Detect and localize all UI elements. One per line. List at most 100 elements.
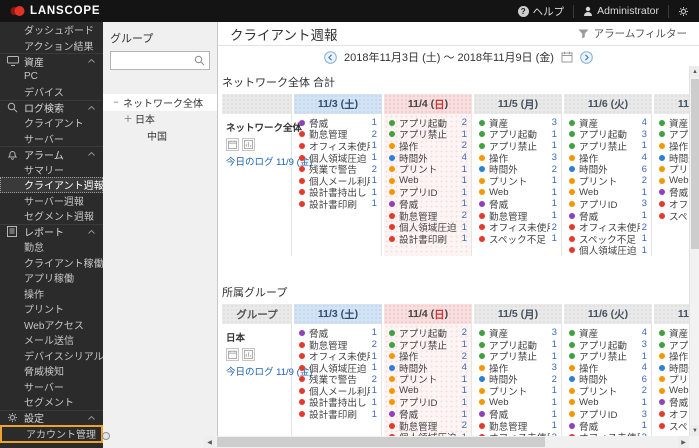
prev-week-button[interactable]	[324, 51, 337, 64]
alarm-item[interactable]: プリント2	[564, 175, 651, 187]
sidebar-section-13[interactable]: レポート	[0, 224, 103, 240]
day-column-cell: 資産アプリ禁止操作時間外プリントWeb脅威オフィス未使用スペック不足	[654, 324, 689, 436]
user-menu[interactable]: Administrator	[583, 5, 659, 17]
search-icon[interactable]	[194, 55, 205, 66]
tree-expander-icon[interactable]: ＋	[123, 112, 133, 125]
sidebar-section-8[interactable]: アラーム	[0, 146, 103, 162]
sidebar-item-10[interactable]: クライアント週報	[0, 177, 103, 193]
alarm-item[interactable]: スペック不足	[654, 420, 689, 432]
report-icon	[7, 226, 20, 237]
alarm-count: 1	[372, 187, 377, 198]
sidebar-item-20[interactable]: メール送信	[0, 332, 103, 348]
sidebar-item-7[interactable]: サーバー	[0, 131, 103, 147]
alarm-dot-icon	[389, 189, 395, 195]
tree-item-2[interactable]: 中国	[103, 127, 217, 144]
alarm-count: 1	[552, 175, 557, 186]
alarm-dot-icon	[299, 399, 305, 405]
scroll-right-arrow-icon[interactable]: ▶	[678, 436, 689, 448]
sidebar-item-1[interactable]: アクション結果	[0, 38, 103, 54]
sidebar-section-2[interactable]: 資産	[0, 53, 103, 69]
alarm-item[interactable]: プリント	[654, 374, 689, 386]
scroll-down-arrow-icon[interactable]: ▼	[690, 425, 699, 436]
tree-item-1[interactable]: ＋日本	[103, 111, 217, 128]
alarm-item[interactable]: 個人領域圧迫1	[564, 245, 651, 257]
sidebar-item-18[interactable]: プリント	[0, 301, 103, 317]
calendar-icon	[561, 51, 573, 63]
help-button[interactable]: ? ヘルプ	[518, 4, 565, 19]
sidebar-item-6[interactable]: クライアント	[0, 115, 103, 131]
alarm-dot-icon	[389, 213, 395, 219]
today-log-link[interactable]: 今日のログ 11/9 (金)	[222, 154, 291, 168]
vertical-scrollbar[interactable]: ▲ ▼	[689, 66, 699, 436]
alarm-item[interactable]: スペック不足	[654, 210, 689, 222]
scroll-up-arrow-icon[interactable]: ▲	[690, 66, 699, 77]
sidebar-item-16[interactable]: アプリ稼働	[0, 270, 103, 286]
vertical-scrollbar-thumb[interactable]	[691, 79, 699, 249]
alarm-dot-icon	[389, 120, 395, 126]
settings-menu-button[interactable]	[678, 6, 689, 17]
alarm-item[interactable]: 設計書印刷1	[294, 408, 381, 420]
alarm-dot-icon	[479, 330, 485, 336]
alarm-type-label: スペック不足	[669, 419, 689, 433]
tree-expander-icon[interactable]: −	[111, 97, 121, 107]
alarm-item[interactable]: 設計書印刷1	[384, 233, 471, 245]
alarm-dot-icon	[299, 342, 305, 348]
next-week-button[interactable]	[580, 51, 593, 64]
sidebar-item-26[interactable]: アカウント管理	[0, 425, 103, 443]
horizontal-scrollbar[interactable]: ◀ ▶	[204, 436, 689, 448]
alarm-dot-icon	[479, 236, 485, 242]
alarm-type-label: プリント	[399, 372, 460, 386]
sidebar-item-14[interactable]: 勤怠	[0, 239, 103, 255]
horizontal-scrollbar-thumb[interactable]	[217, 437, 545, 447]
sidebar-item-17[interactable]: 操作	[0, 286, 103, 302]
lanscope-logo: LANSCOPE	[10, 5, 100, 17]
alarm-item[interactable]: プリント1	[474, 385, 561, 397]
alarm-item[interactable]: 設計書印刷1	[294, 198, 381, 210]
sidebar-item-0[interactable]: ダッシュボード	[0, 22, 103, 38]
sidebar-item-9[interactable]: サマリー	[0, 162, 103, 178]
alarm-dot-icon	[479, 155, 485, 161]
sidebar-item-12[interactable]: セグメント週報	[0, 208, 103, 224]
sidebar-item-3[interactable]: PC	[0, 69, 103, 85]
today-log-link[interactable]: 今日のログ 11/9 (金)	[222, 364, 291, 378]
chart-mini-icon[interactable]	[242, 138, 255, 151]
alarm-count: 1	[462, 187, 467, 198]
alarm-count: 1	[642, 420, 647, 431]
calendar-mini-icon[interactable]	[226, 138, 239, 151]
alarm-dot-icon	[389, 365, 395, 371]
alarm-count: 4	[462, 152, 467, 163]
sidebar-item-19[interactable]: Webアクセス	[0, 317, 103, 333]
calendar-mini-icon[interactable]	[226, 348, 239, 361]
alarm-count: 2	[552, 374, 557, 385]
alarm-dot-icon	[659, 189, 665, 195]
sidebar-item-21[interactable]: デバイスシリアル	[0, 348, 103, 364]
alarm-count: 1	[462, 222, 467, 233]
alarm-count: 1	[372, 351, 377, 362]
alarm-dot-icon	[479, 342, 485, 348]
sidebar-item-22[interactable]: 脅威検知	[0, 363, 103, 379]
alarm-item[interactable]: プリント	[654, 163, 689, 175]
alarm-item[interactable]: プリント2	[564, 385, 651, 397]
alarm-filter-button[interactable]: アラームフィルター	[578, 26, 687, 41]
sidebar-section-25[interactable]: 設定	[0, 410, 103, 426]
alarm-dot-icon	[479, 365, 485, 371]
sidebar-item-11[interactable]: サーバー週報	[0, 193, 103, 209]
scroll-left-arrow-icon[interactable]: ◀	[204, 436, 215, 448]
calendar-picker-button[interactable]	[561, 51, 573, 63]
alarm-item[interactable]: プリント1	[384, 374, 471, 386]
alarm-item[interactable]: プリント1	[474, 175, 561, 187]
chart-mini-icon[interactable]	[242, 348, 255, 361]
alarm-item[interactable]: プリント1	[384, 163, 471, 175]
sidebar-item-23[interactable]: サーバー	[0, 379, 103, 395]
sidebar-item-24[interactable]: セグメント	[0, 394, 103, 410]
sidebar-item-15[interactable]: クライアント稼働	[0, 255, 103, 271]
page-title: クライアント週報	[230, 24, 337, 44]
alarm-count: 1	[372, 327, 377, 338]
alarm-dot-icon	[659, 330, 665, 336]
alarm-dot-icon	[569, 166, 575, 172]
group-search-input[interactable]	[115, 55, 194, 66]
tree-item-0[interactable]: −ネットワーク全体	[103, 94, 217, 111]
sidebar-section-5[interactable]: ログ検索	[0, 100, 103, 116]
sidebar-item-4[interactable]: デバイス	[0, 84, 103, 100]
alarm-item[interactable]: スペック不足1	[474, 233, 561, 245]
